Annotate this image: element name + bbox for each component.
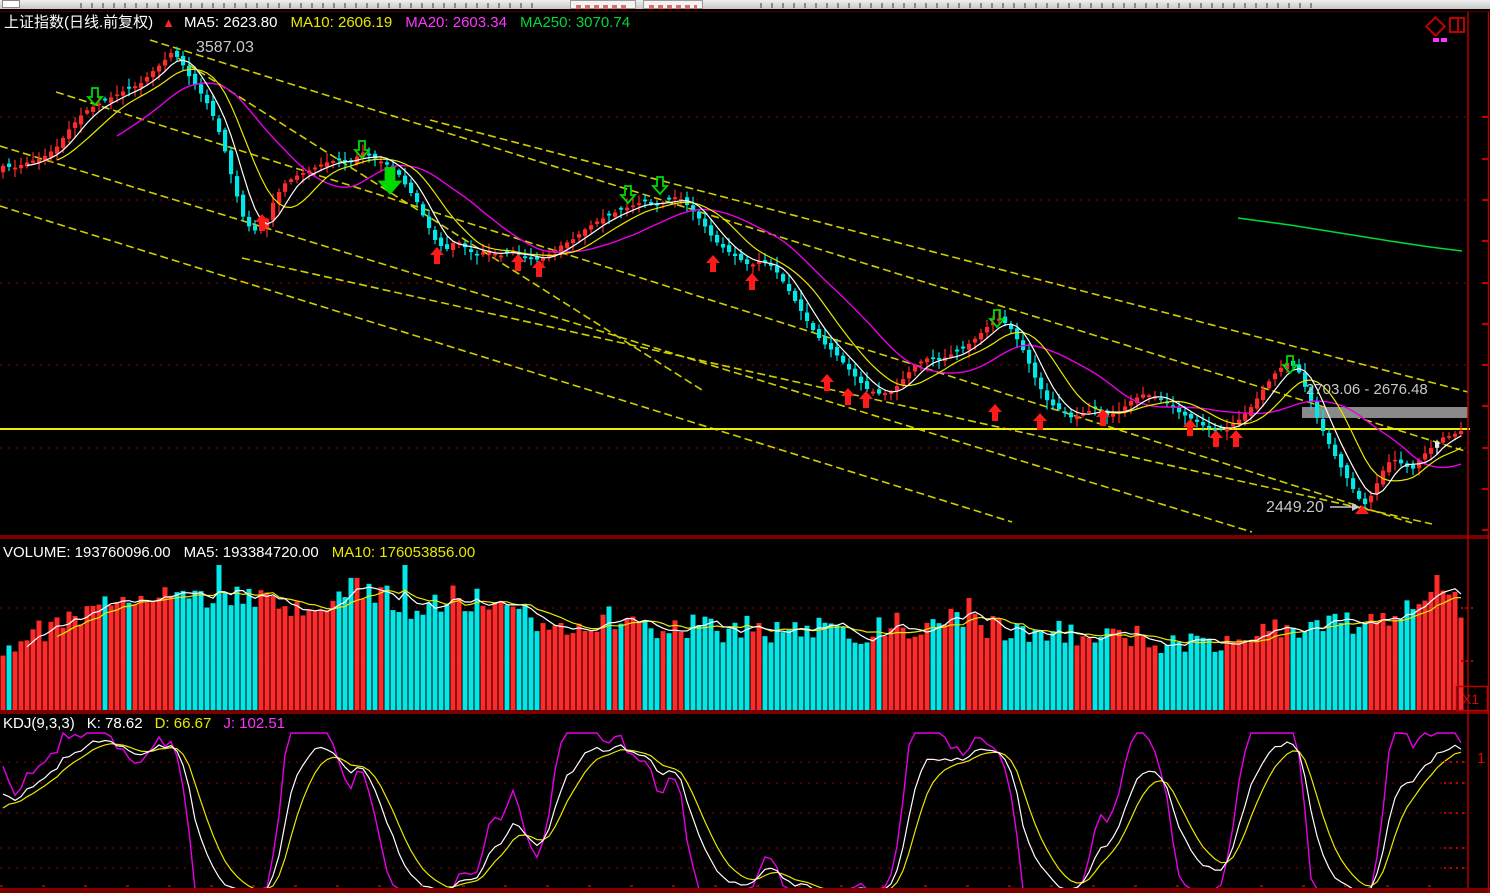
kdj-d-value: D: 66.67 (155, 715, 212, 732)
peak-price-label: 3587.03 (196, 39, 254, 57)
kdj-scale-label: 1 (1477, 750, 1485, 767)
low-price-label: 2449.20 (1266, 499, 1324, 517)
symbol-title[interactable]: 上证指数(日线.前复权) (4, 14, 153, 32)
magenta-marker-dot-2 (1441, 38, 1447, 42)
ma20-value: MA20: 2603.34 (405, 14, 507, 32)
magenta-marker-dot (1433, 38, 1439, 42)
kdj-j-value: J: 102.51 (223, 715, 285, 732)
volume-ma10-value: MA10: 176053856.00 (332, 544, 475, 561)
ma5-value: MA5: 2623.80 (184, 14, 277, 32)
kdj-name[interactable]: KDJ(9,3,3) (3, 715, 75, 732)
kdj-k-value: K: 78.62 (87, 715, 143, 732)
chart-canvas[interactable] (0, 0, 1490, 893)
candlesticks (1, 47, 1463, 511)
chart-header: 上证指数(日线.前复权) ▲ MA5: 2623.80 MA10: 2606.1… (4, 14, 630, 32)
kdj-header: KDJ(9,3,3) K: 78.62 D: 66.67 J: 102.51 (3, 715, 285, 732)
up-arrow-icon: ▲ (162, 14, 175, 32)
volume-scale-x1-label[interactable]: X1 (1462, 691, 1479, 707)
volume-header: VOLUME: 193760096.00 MA5: 193384720.00 M… (3, 544, 475, 561)
window-split-icon[interactable] (1449, 17, 1465, 33)
volume-bars (1, 565, 1464, 710)
ma10-value: MA10: 2606.19 (290, 14, 392, 32)
volume-value: VOLUME: 193760096.00 (3, 544, 171, 561)
ma250-value: MA250: 3070.74 (520, 14, 630, 32)
volume-ma5-value: MA5: 193384720.00 (184, 544, 319, 561)
gap-zone-label: 2703.06 - 2676.48 (1306, 381, 1428, 398)
trading-app-window: { "header": { "title": "上证指数(日线.前复权)", "… (0, 0, 1490, 893)
